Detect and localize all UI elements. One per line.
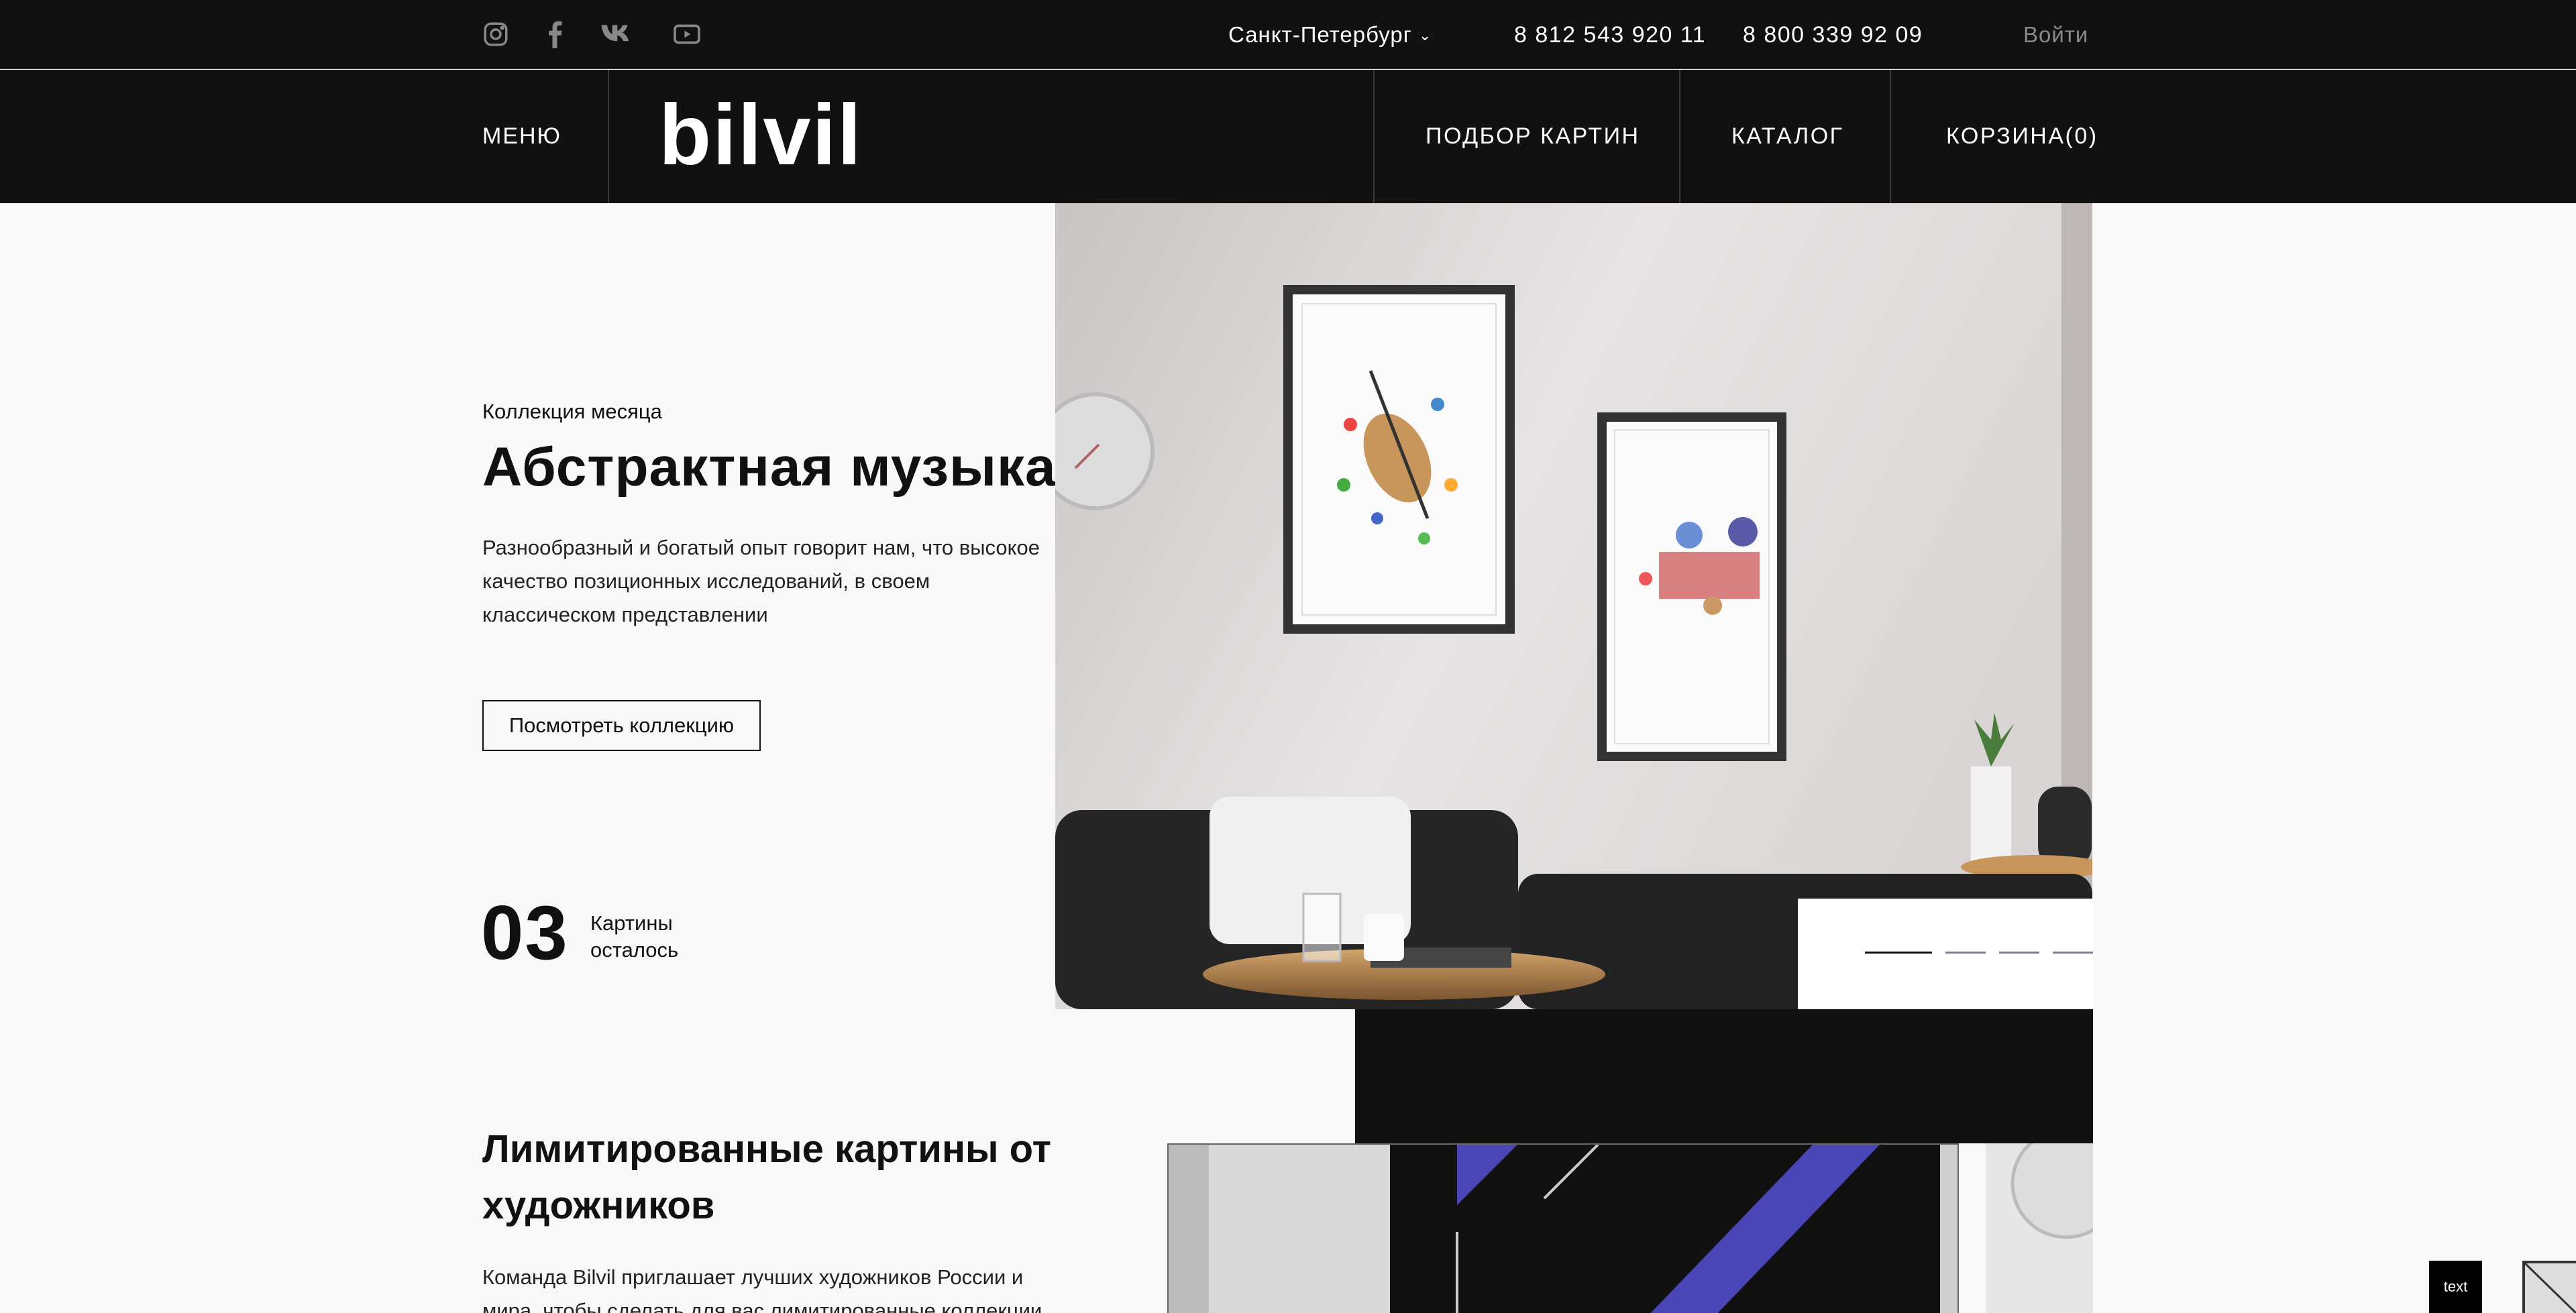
main-nav: МЕНЮ bilvil ПОДБОР КАРТИН КАТАЛОГ КОРЗИН… [0,70,2576,203]
text-badge[interactable]: text [2429,1261,2482,1313]
nav-item-catalog[interactable]: КАТАЛОГ [1731,123,1844,150]
hero-eyebrow: Коллекция месяца [482,400,662,423]
chevron-down-icon: ⌄ [1418,27,1432,44]
remaining-count: 03 [481,891,569,976]
facebook-icon[interactable] [545,20,565,48]
remaining-label-line-1: Картины [590,911,673,935]
instagram-icon[interactable] [482,20,510,48]
slider-dot-4[interactable] [2053,952,2093,954]
nav-item-cart[interactable]: КОРЗИНА(0) [1946,123,2098,150]
remaining-count-label: Картины осталось [590,910,678,964]
phone-link-1[interactable]: 8 812 543 920 11 [1514,22,1706,48]
hero-title: Абстрактная музыка [482,437,1057,498]
vk-icon[interactable] [600,23,637,46]
section-description: Команда Bilvil приглашает лучших художни… [482,1265,1042,1313]
view-collection-button[interactable]: Посмотреть коллекцию [482,700,761,751]
slider-dot-1[interactable] [1865,952,1932,954]
hero-description: Разнообразный и богатый опыт говорит нам… [482,536,1040,626]
social-links [482,20,702,48]
hero-image [1055,203,2092,1009]
slider-controls [1798,899,2093,1009]
slider-dot-3[interactable] [1999,952,2039,954]
nav-item-picture-selection[interactable]: ПОДБОР КАРТИН [1426,123,1640,150]
logo[interactable]: bilvil [659,93,863,178]
menu-button[interactable]: МЕНЮ [482,123,561,150]
corner-thumbnail[interactable] [2522,1261,2576,1313]
nav-divider [1679,70,1680,203]
nav-divider [1373,70,1375,203]
remaining-label-line-2: осталось [590,938,679,962]
youtube-icon[interactable] [672,22,702,46]
city-selector[interactable]: Санкт-Петербург ⌄ [1228,22,1432,48]
artwork-card-image[interactable] [1167,1143,1959,1313]
phone-link-2[interactable]: 8 800 339 92 09 [1743,22,1923,48]
decorative-black-block [1355,1009,2093,1143]
city-label: Санкт-Петербург [1228,22,1412,47]
slider-dot-2[interactable] [1945,952,1986,954]
section-title: Лимитированные картины от художников [482,1127,1052,1227]
nav-divider [1890,70,1891,203]
artwork-card-image-2[interactable] [1986,1143,2093,1313]
nav-divider [608,70,609,203]
top-bar: Санкт-Петербург ⌄ 8 812 543 920 11 8 800 … [0,0,2576,69]
login-link[interactable]: Войти [2023,22,2088,48]
